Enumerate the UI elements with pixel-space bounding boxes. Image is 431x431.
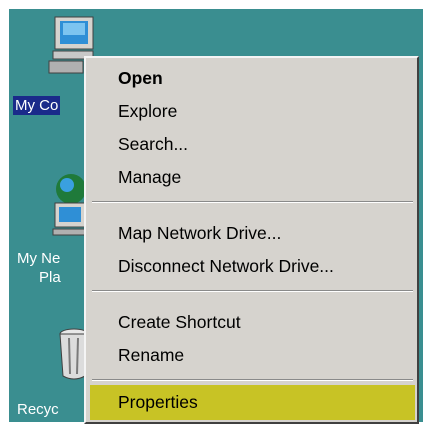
menu-item-search[interactable]: Search... bbox=[90, 128, 415, 161]
menu-item-rename[interactable]: Rename bbox=[90, 339, 415, 372]
recycle-bin-label-wrap[interactable]: Recyc bbox=[15, 400, 95, 419]
screenshot-frame: My Co My Ne Pla Recyc Open Explore Searc… bbox=[0, 0, 431, 431]
menu-item-open[interactable]: Open bbox=[90, 62, 415, 95]
menu-item-map-network-drive[interactable]: Map Network Drive... bbox=[90, 217, 415, 250]
menu-item-properties[interactable]: Properties bbox=[90, 385, 415, 420]
menu-item-create-shortcut[interactable]: Create Shortcut bbox=[90, 306, 415, 339]
menu-separator bbox=[92, 201, 413, 203]
menu-separator bbox=[92, 379, 413, 381]
context-menu: Open Explore Search... Manage Map Networ… bbox=[84, 56, 419, 424]
menu-separator bbox=[92, 290, 413, 292]
menu-item-explore[interactable]: Explore bbox=[90, 95, 415, 128]
my-computer-label-wrap[interactable]: My Co bbox=[13, 96, 93, 115]
my-computer-label: My Co bbox=[13, 96, 61, 115]
menu-item-disconnect-network-drive[interactable]: Disconnect Network Drive... bbox=[90, 250, 415, 283]
recycle-bin-label: Recyc bbox=[17, 401, 59, 418]
menu-item-manage[interactable]: Manage bbox=[90, 161, 415, 194]
